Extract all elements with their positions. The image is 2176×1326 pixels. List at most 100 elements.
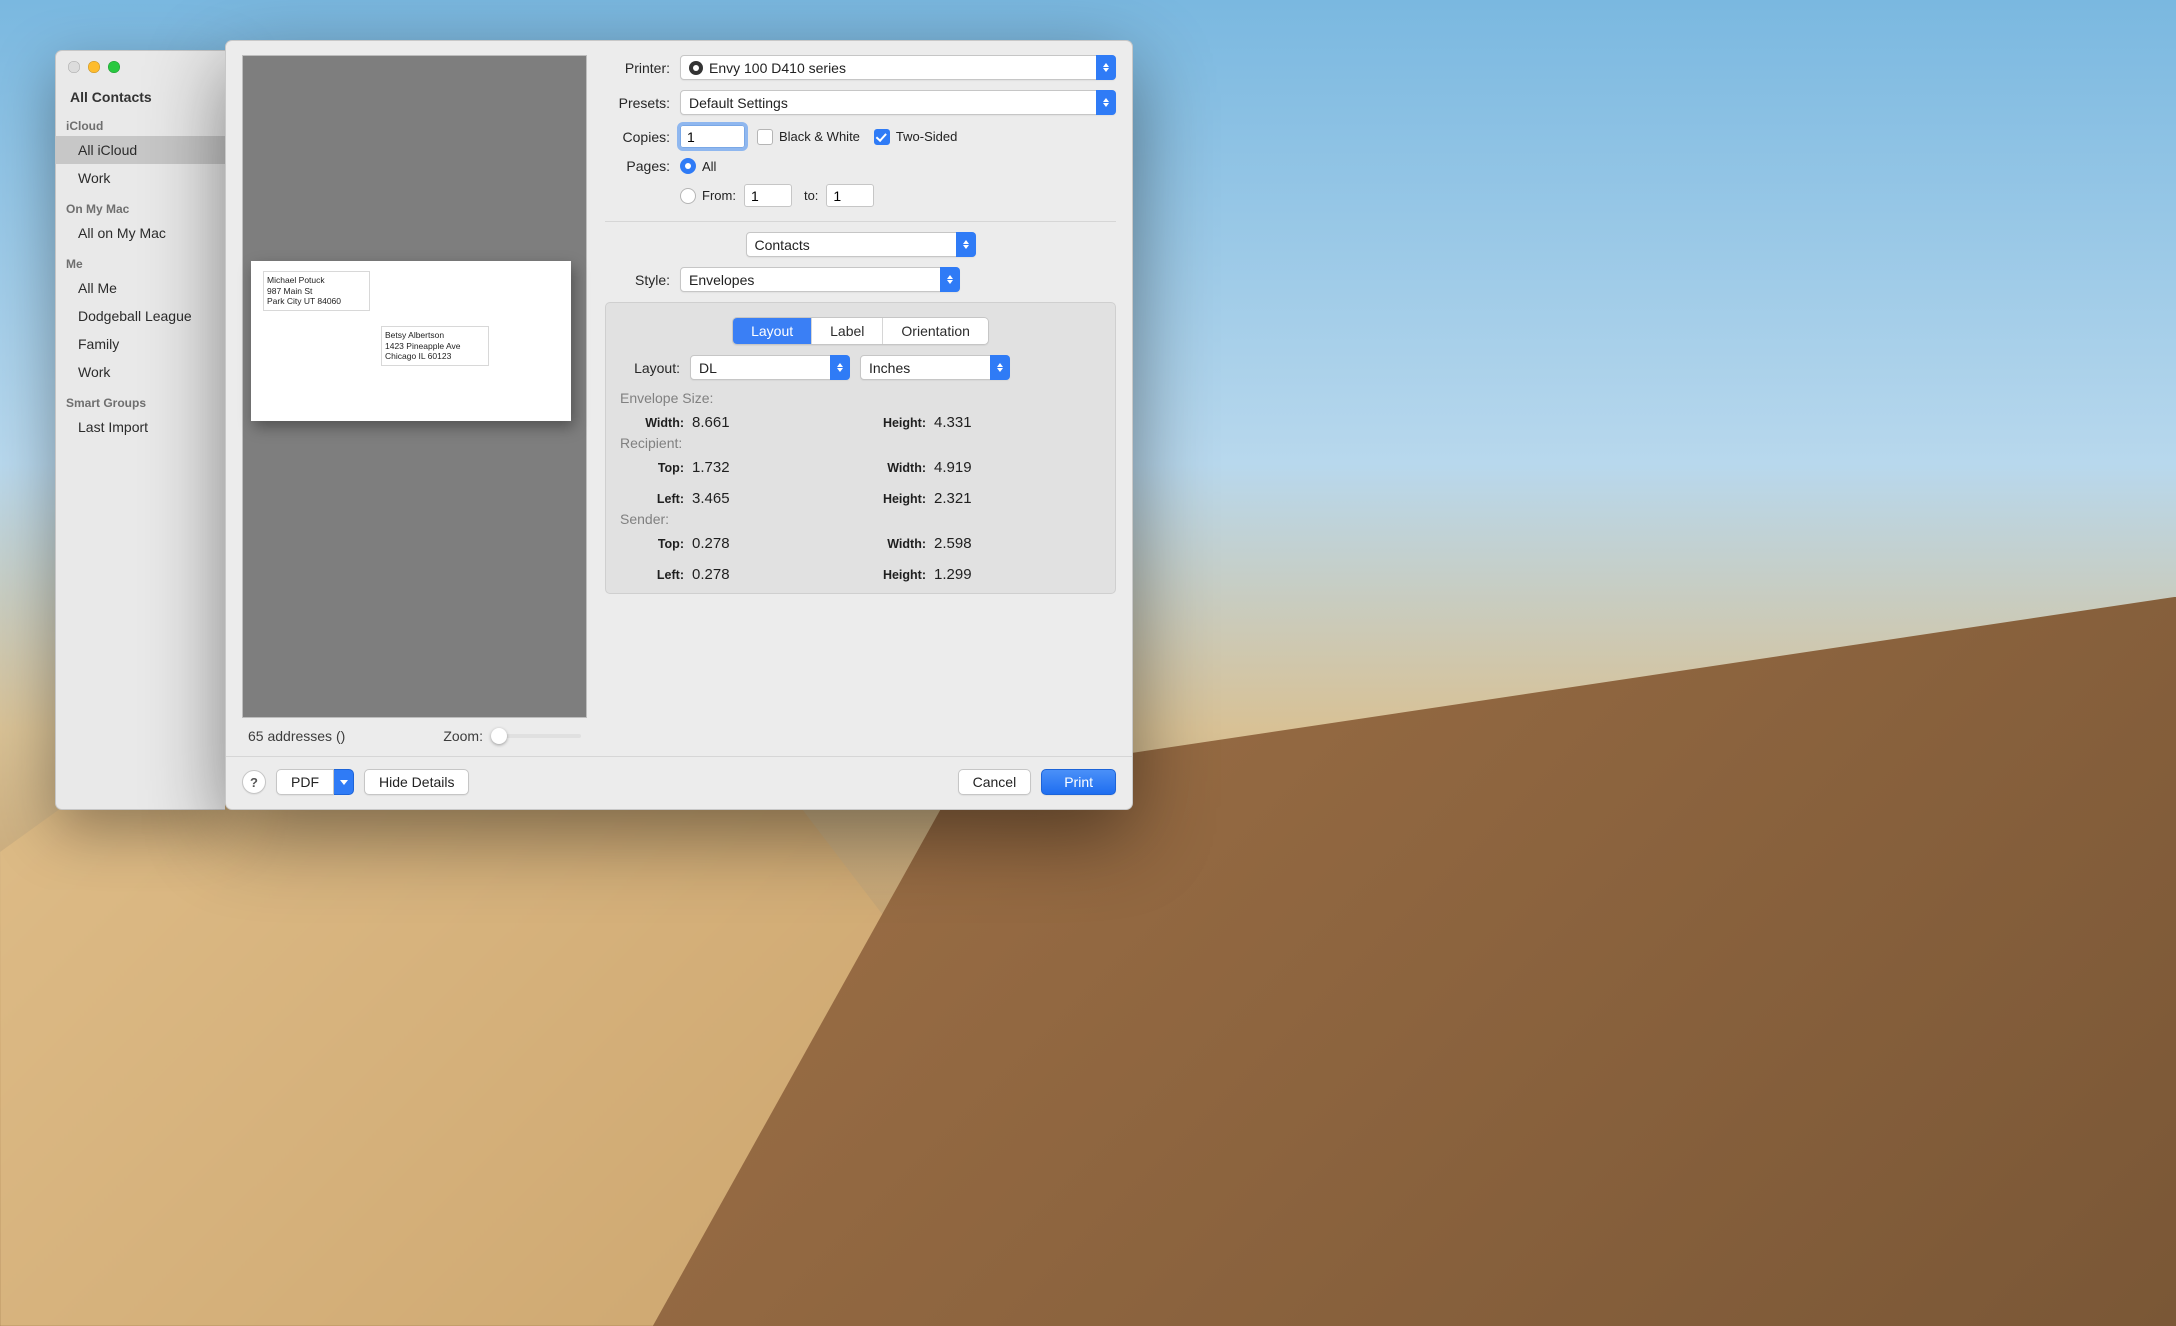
- layout-units-value: Inches: [869, 360, 910, 376]
- layout-size-select[interactable]: DL: [690, 355, 850, 380]
- dialog-footer: ? PDF Hide Details Cancel Print: [226, 756, 1132, 809]
- sender-heading: Sender:: [620, 511, 1101, 527]
- layout-panel: Layout Label Orientation Layout: DL Inch…: [605, 302, 1116, 594]
- chevron-updown-icon: [940, 267, 960, 292]
- zoom-slider-knob[interactable]: [491, 728, 507, 744]
- sender-top-value: 0.278: [692, 535, 782, 552]
- sidebar-item-work-icloud[interactable]: Work: [56, 164, 225, 192]
- black-white-checkbox[interactable]: [757, 129, 773, 145]
- pages-from-input[interactable]: [744, 184, 792, 207]
- sidebar-item-all-icloud[interactable]: All iCloud: [56, 136, 225, 164]
- pages-range-radio[interactable]: [680, 188, 696, 204]
- sender-height-label: Height:: [862, 568, 934, 582]
- printer-value: Envy 100 D410 series: [709, 60, 846, 76]
- maximize-icon[interactable]: [108, 61, 120, 73]
- pdf-label: PDF: [276, 769, 334, 795]
- sender-line3: Park City UT 84060: [267, 296, 341, 307]
- minimize-icon[interactable]: [88, 61, 100, 73]
- sender-width-value: 2.598: [934, 535, 1004, 552]
- black-white-label: Black & White: [779, 129, 860, 144]
- pages-label: Pages:: [605, 158, 680, 174]
- help-button[interactable]: ?: [242, 770, 266, 794]
- printer-select[interactable]: Envy 100 D410 series: [680, 55, 1116, 80]
- tab-layout[interactable]: Layout: [733, 318, 812, 344]
- pages-to-input[interactable]: [826, 184, 874, 207]
- env-width-value: 8.661: [692, 414, 782, 431]
- separator: [605, 221, 1116, 222]
- style-select[interactable]: Envelopes: [680, 267, 960, 292]
- recip-top-value: 1.732: [692, 459, 782, 476]
- sidebar-item-all-onmymac[interactable]: All on My Mac: [56, 219, 225, 247]
- pages-from-label: From:: [702, 188, 736, 203]
- sidebar-item-work-me[interactable]: Work: [56, 358, 225, 386]
- print-button[interactable]: Print: [1041, 769, 1116, 795]
- sidebar-group-onmymac: On My Mac: [56, 192, 225, 219]
- sidebar-all-contacts[interactable]: All Contacts: [56, 83, 225, 109]
- chevron-updown-icon: [1096, 55, 1116, 80]
- style-label: Style:: [605, 272, 680, 288]
- close-icon[interactable]: [68, 61, 80, 73]
- presets-select[interactable]: Default Settings: [680, 90, 1116, 115]
- chevron-updown-icon: [956, 232, 976, 257]
- recip-width-value: 4.919: [934, 459, 1004, 476]
- pages-all-radio[interactable]: [680, 158, 696, 174]
- contacts-sidebar-window: All Contacts iCloud All iCloud Work On M…: [55, 50, 225, 810]
- envelope-preview: Michael Potuck 987 Main St Park City UT …: [251, 261, 571, 421]
- chevron-down-icon: [334, 769, 354, 795]
- tab-orientation[interactable]: Orientation: [883, 318, 987, 344]
- two-sided-label: Two-Sided: [896, 129, 957, 144]
- recip-left-label: Left:: [620, 492, 692, 506]
- sender-top-label: Top:: [620, 537, 692, 551]
- traffic-lights: [56, 51, 225, 83]
- recip-height-label: Height:: [862, 492, 934, 506]
- section-select[interactable]: Contacts: [746, 232, 976, 257]
- sender-left-label: Left:: [620, 568, 692, 582]
- recipient-address: Betsy Albertson 1423 Pineapple Ave Chica…: [381, 326, 489, 366]
- env-height-label: Height:: [862, 416, 934, 430]
- recipient-heading: Recipient:: [620, 435, 1101, 451]
- copies-input[interactable]: [680, 125, 745, 148]
- recip-top-label: Top:: [620, 461, 692, 475]
- recipient-line1: Betsy Albertson: [385, 330, 460, 341]
- zoom-slider[interactable]: [491, 734, 581, 738]
- tab-label[interactable]: Label: [812, 318, 883, 344]
- zoom-label: Zoom:: [443, 728, 483, 744]
- sidebar-item-last-import[interactable]: Last Import: [56, 413, 225, 441]
- sidebar-item-family[interactable]: Family: [56, 330, 225, 358]
- sender-height-value: 1.299: [934, 566, 1004, 583]
- recipient-line2: 1423 Pineapple Ave: [385, 341, 460, 352]
- pages-all-label: All: [702, 159, 716, 174]
- recip-left-value: 3.465: [692, 490, 782, 507]
- chevron-updown-icon: [1096, 90, 1116, 115]
- recipient-line3: Chicago IL 60123: [385, 351, 460, 362]
- preview-canvas: Michael Potuck 987 Main St Park City UT …: [242, 55, 587, 718]
- style-value: Envelopes: [689, 272, 754, 288]
- layout-size-value: DL: [699, 360, 717, 376]
- sidebar-group-icloud: iCloud: [56, 109, 225, 136]
- copies-label: Copies:: [605, 129, 680, 145]
- sidebar-item-all-me[interactable]: All Me: [56, 274, 225, 302]
- sidebar-group-me: Me: [56, 247, 225, 274]
- address-count: 65 addresses (): [248, 728, 345, 744]
- sender-line1: Michael Potuck: [267, 275, 341, 286]
- printer-label: Printer:: [605, 60, 680, 76]
- pages-to-label: to:: [804, 188, 818, 203]
- sidebar-item-dodgeball[interactable]: Dodgeball League: [56, 302, 225, 330]
- envelope-size-heading: Envelope Size:: [620, 390, 1101, 406]
- pdf-menu[interactable]: PDF: [276, 769, 354, 795]
- cancel-button[interactable]: Cancel: [958, 769, 1032, 795]
- hide-details-button[interactable]: Hide Details: [364, 769, 469, 795]
- settings-column: Printer: Envy 100 D410 series Presets: D…: [605, 55, 1116, 744]
- env-height-value: 4.331: [934, 414, 1004, 431]
- sender-left-value: 0.278: [692, 566, 782, 583]
- env-width-label: Width:: [620, 416, 692, 430]
- chevron-updown-icon: [830, 355, 850, 380]
- sender-width-label: Width:: [862, 537, 934, 551]
- sender-address: Michael Potuck 987 Main St Park City UT …: [263, 271, 370, 311]
- printer-status-icon: [689, 61, 703, 75]
- layout-units-select[interactable]: Inches: [860, 355, 1010, 380]
- section-value: Contacts: [755, 237, 810, 253]
- two-sided-checkbox[interactable]: [874, 129, 890, 145]
- recip-width-label: Width:: [862, 461, 934, 475]
- sender-line2: 987 Main St: [267, 286, 341, 297]
